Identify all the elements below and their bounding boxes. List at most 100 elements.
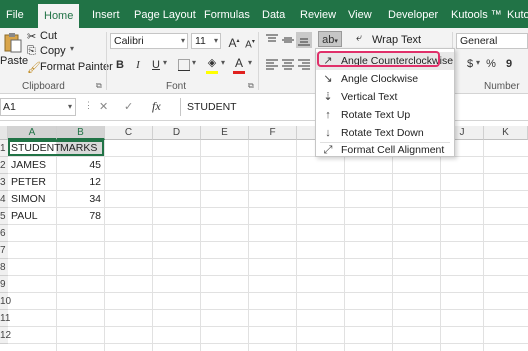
row-header-9[interactable]: 9 (0, 276, 8, 293)
row-header-7[interactable]: 7 (0, 242, 8, 259)
copy-icon[interactable]: ⎘ (27, 45, 36, 58)
rotate-text-up-icon: ↑ (325, 109, 331, 121)
menu-item-rotate-text-down[interactable]: ↓ Rotate Text Down (316, 124, 454, 142)
font-launcher-icon[interactable]: ⧉ (248, 81, 254, 91)
gridline (8, 292, 528, 293)
percent-icon[interactable]: % (483, 56, 499, 72)
chevron-down-icon[interactable]: ▾ (248, 58, 252, 67)
top-align-icon[interactable] (264, 32, 280, 48)
grow-font-icon[interactable]: A▴ (226, 33, 242, 50)
gridline (8, 326, 528, 327)
row-header-1[interactable]: 1 (0, 140, 8, 157)
tab-insert[interactable]: Insert (92, 0, 120, 28)
chevron-down-icon: ▾ (67, 102, 72, 111)
tab-kutools[interactable]: Kutools ™ (451, 0, 502, 28)
column-header-a[interactable]: A (8, 126, 57, 140)
font-group-label: Font (166, 81, 187, 92)
chevron-down-icon[interactable]: ▾ (476, 58, 480, 67)
row-header-2[interactable]: 2 (0, 157, 8, 174)
column-header-c[interactable]: C (105, 126, 153, 140)
cancel-icon[interactable]: ✕ (99, 100, 108, 113)
tab-data[interactable]: Data (262, 0, 285, 28)
underline-button[interactable]: U (148, 57, 164, 73)
column-header-k[interactable]: K (484, 126, 528, 140)
cut-button[interactable]: Cut (40, 30, 57, 42)
separator (106, 32, 107, 90)
paste-icon[interactable] (2, 32, 22, 54)
cell-a2[interactable]: JAMES (8, 157, 57, 174)
font-name-select[interactable]: Calibri ▾ (110, 33, 188, 49)
tab-view[interactable]: View (348, 0, 372, 28)
bottom-align-icon[interactable] (296, 32, 312, 48)
menu-item-angle-clockwise[interactable]: ↘ Angle Clockwise (316, 70, 454, 88)
bold-button[interactable]: B (112, 57, 128, 73)
tab-review[interactable]: Review (300, 0, 336, 28)
menu-item-label: Format Cell Alignment (341, 144, 445, 156)
align-right-icon[interactable] (296, 56, 312, 72)
cut-icon[interactable]: ✂ (27, 30, 36, 43)
chevron-down-icon[interactable]: ▾ (192, 58, 196, 67)
column-header-d[interactable]: D (153, 126, 201, 140)
tab-home[interactable]: Home (38, 4, 80, 28)
row-header-5[interactable]: 5 (0, 208, 8, 225)
column-header-e[interactable]: E (201, 126, 249, 140)
row-header-10[interactable]: 10 (0, 293, 11, 310)
orientation-button[interactable]: ab▾ (318, 31, 342, 47)
select-all-corner[interactable] (0, 126, 8, 140)
paste-button[interactable]: Paste (0, 55, 28, 67)
row-header-11[interactable]: 11 (0, 310, 10, 327)
cell-b4[interactable]: 34 (57, 191, 104, 208)
name-box[interactable]: A1 ▾ (0, 98, 76, 116)
italic-button[interactable]: I (130, 57, 146, 73)
font-size-select[interactable]: 11 ▾ (191, 33, 221, 49)
cell-a1[interactable]: STUDENT (8, 140, 61, 157)
row-header-3[interactable]: 3 (0, 174, 8, 191)
cell-a3[interactable]: PETER (8, 174, 57, 191)
row-header-8[interactable]: 8 (0, 259, 8, 276)
tab-kutools-plus[interactable]: Kutools (507, 0, 528, 28)
tab-developer[interactable]: Developer (388, 0, 438, 28)
copy-dropdown-icon[interactable]: ▾ (70, 44, 74, 53)
menu-item-format-cell-alignment[interactable]: ⤢ Format Cell Alignment (316, 141, 454, 159)
gridline (392, 140, 393, 351)
cell-b1[interactable]: MARKS (57, 140, 104, 157)
wrap-text-icon[interactable]: ⤶ (356, 32, 362, 45)
clipboard-launcher-icon[interactable]: ⧉ (96, 81, 102, 91)
row-header-6[interactable]: 6 (0, 225, 8, 242)
format-painter-icon[interactable]: 🖌 (27, 61, 41, 74)
format-cell-alignment-icon: ⤢ (323, 144, 333, 156)
font-color-icon[interactable]: A (231, 55, 247, 71)
menu-item-vertical-text[interactable]: ⇣ Vertical Text (316, 88, 454, 106)
comma-icon[interactable]: 9 (501, 56, 517, 72)
row-header-4[interactable]: 4 (0, 191, 8, 208)
format-painter-button[interactable]: Format Painter (40, 61, 113, 73)
cell-b5[interactable]: 78 (57, 208, 104, 225)
fill-color-icon[interactable]: ◈ (204, 55, 220, 71)
cell-a5[interactable]: PAUL (8, 208, 57, 225)
cell-a4[interactable]: SIMON (8, 191, 57, 208)
align-left-icon[interactable] (264, 56, 280, 72)
shrink-font-icon[interactable]: A▾ (242, 34, 258, 50)
chevron-down-icon[interactable]: ▾ (163, 58, 167, 67)
insert-function-icon[interactable]: fx (152, 99, 161, 114)
menu-item-rotate-text-up[interactable]: ↑ Rotate Text Up (316, 106, 454, 124)
align-center-icon[interactable] (280, 56, 296, 72)
wrap-text-button[interactable]: Wrap Text (372, 34, 421, 46)
number-group-label: Number (484, 81, 520, 92)
copy-button[interactable]: Copy (40, 45, 66, 57)
enter-icon[interactable]: ✓ (124, 100, 133, 113)
tab-formulas[interactable]: Formulas (204, 0, 250, 28)
menu-item-label: Angle Clockwise (341, 73, 419, 85)
chevron-down-icon: ▾ (180, 36, 185, 45)
borders-icon[interactable] (176, 57, 192, 73)
cell-b3[interactable]: 12 (57, 174, 104, 191)
number-format-select[interactable]: General (456, 33, 528, 49)
column-header-f[interactable]: F (249, 126, 297, 140)
cell-b2[interactable]: 45 (57, 157, 104, 174)
chevron-down-icon[interactable]: ▾ (221, 58, 225, 67)
tab-page-layout[interactable]: Page Layout (134, 0, 196, 28)
middle-align-icon[interactable] (280, 32, 296, 48)
column-header-b[interactable]: B (57, 126, 105, 140)
tab-file[interactable]: File (6, 0, 24, 28)
row-header-12[interactable]: 12 (0, 327, 11, 344)
